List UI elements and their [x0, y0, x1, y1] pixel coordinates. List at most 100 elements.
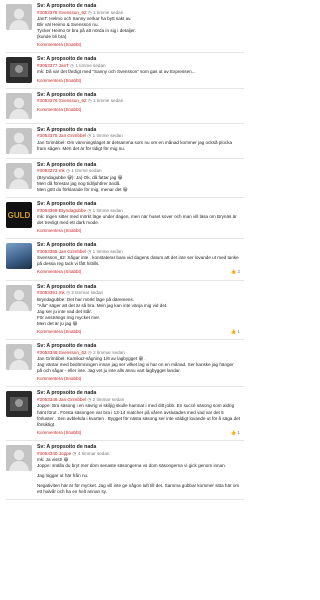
post-body: (Bryndagubbe 😀): Ja) Ok. då fattar jag 😀…	[37, 175, 240, 193]
post-line: Svensson_62: Sågar inte . konstaterar ba…	[37, 255, 239, 267]
post-line: Men gött du förklarade för mig, menar de…	[37, 186, 128, 192]
post-body: Jan Grimbbel: Kamikaz-sågning 1/6 av lag…	[37, 356, 240, 374]
avatar[interactable]	[6, 284, 32, 311]
avatar[interactable]: GULD	[6, 201, 32, 228]
reply-quick-link[interactable]: Kommentera (Snabbt)	[37, 376, 81, 382]
avatar[interactable]	[6, 243, 32, 270]
post-id-author[interactable]: #3053351 mk	[37, 290, 65, 295]
comment-post: Sv: A propsoito de nada #3053346 Jan Grim…	[0, 387, 250, 439]
avatar[interactable]	[6, 391, 32, 418]
post-line: (kunde bli bra)	[37, 34, 67, 40]
post-title[interactable]: Sv: A propsoito de nada	[37, 390, 240, 397]
avatar[interactable]	[6, 127, 32, 154]
post-time: 4 timmar sedan	[77, 450, 110, 456]
avatar[interactable]	[6, 4, 32, 30]
clock-icon: ◷	[87, 98, 92, 104]
post-id-author[interactable]: #3053346 Jan Grimbbel	[37, 397, 86, 402]
clock-icon: ◷	[87, 133, 92, 139]
avatar[interactable]	[6, 344, 32, 371]
post-id-author[interactable]: #3053377 JanT	[37, 63, 69, 68]
post-time: 2 timmar sedan	[71, 290, 104, 296]
comment-post: Sv: A propsoito de nada #3053355 Jan Grim…	[0, 239, 250, 279]
avatar[interactable]	[6, 57, 32, 84]
post-line: Joppe: Bra säsong i en sävrig vi skiljig…	[37, 403, 241, 427]
svg-text:GULD: GULD	[8, 211, 31, 220]
post-title[interactable]: Sv: A propsoito de nada	[37, 343, 240, 350]
avatar[interactable]	[6, 92, 32, 119]
post-time: 1 timme sedan	[92, 133, 123, 139]
post-line: mk: Då var det färdigt med "Sanny och Sv…	[37, 69, 196, 75]
post-body: mk: Ingen sitter med mörkt läge under da…	[37, 214, 240, 226]
post-line: Jan Grimbbel: Om värvningsläget är detsa…	[37, 139, 233, 151]
post-time: 1 timme sedan	[71, 168, 102, 174]
post-id-author[interactable]: #3053355 Jan Grimbbel	[37, 249, 86, 254]
post-body: Bryndagubbe: Det har mörkt läge på därem…	[37, 297, 240, 327]
post-body: mk: Ja visst! 😀 Joppe: snälla du bryt mer…	[37, 457, 240, 495]
post-time: 1 timme sedan	[92, 207, 123, 213]
post-title[interactable]: Sv: A propsoito de nada	[37, 162, 240, 169]
clock-icon: ◷	[72, 450, 77, 456]
post-body: Svensson_62: Sågar inte . konstaterar ba…	[37, 255, 240, 267]
post-title[interactable]: Sv: A propsoito de nada	[37, 284, 240, 291]
reply-quick-link[interactable]: Kommentera (Snabbt)	[37, 430, 81, 436]
post-meta: #3053376 Svensson_62 ◷ 1 timme sedan	[37, 98, 240, 104]
comment-post: Sv: A propsoito de nada #3053378 Svensson…	[0, 0, 250, 52]
avatar[interactable]	[6, 444, 32, 471]
post-title[interactable]: Sv: A propsoito de nada	[37, 127, 240, 134]
post-body: JanT: Helmo och Sanny verkar ha bytt sak…	[37, 16, 240, 40]
vote-count[interactable]: 👍 1	[231, 430, 240, 436]
post-title[interactable]: Sv: A propsoito de nada	[37, 242, 240, 249]
post-line: Jag väntar med bedömningen innan jag ser…	[37, 362, 234, 374]
post-title[interactable]: Sv: A propsoito de nada	[37, 444, 240, 451]
post-time: 2 timmar sedan	[92, 397, 125, 403]
comment-post: Sv: A propsoito de nada #3053340 Joppe ◷ …	[0, 441, 250, 499]
clock-icon: ◷	[70, 63, 75, 69]
post-id-author[interactable]: #3053369 Bryndagubbe	[37, 208, 86, 213]
post-time: 2 timmar sedan	[93, 349, 125, 355]
reply-quick-link[interactable]: Kommentera (Snabbt)	[37, 107, 81, 113]
comment-feed: Sv: A propsoito de nada #3053378 Svensson…	[0, 0, 250, 501]
reply-quick-link[interactable]: Kommentera (Snabbt)	[37, 329, 81, 335]
post-time: 1 timme sedan	[75, 63, 106, 69]
reply-quick-link[interactable]: Kommentera (Snabbt)	[37, 228, 81, 234]
comment-post: Sv: A propsoito de nada #3053373 mk ◷ 1 t…	[0, 159, 250, 197]
vote-count[interactable]: 👍 2	[231, 269, 240, 275]
post-line: Joppe: snälla du bryt mer dom senaste sä…	[37, 463, 226, 468]
vote-count[interactable]: 👍 1	[231, 329, 240, 335]
clock-icon: ◷	[87, 207, 92, 213]
post-time: 1 timme sedan	[92, 248, 123, 254]
avatar[interactable]	[6, 162, 32, 189]
clock-icon: ◷	[87, 349, 92, 355]
post-id-author[interactable]: #3053373 mk	[37, 168, 65, 173]
comment-post: Sv: A propsoito de nada #3053375 Jan Grim…	[0, 124, 250, 158]
post-title[interactable]: Sv: A propsoito de nada	[37, 201, 240, 208]
post-line: Men det är ju jag 😀	[37, 320, 78, 326]
post-id-author[interactable]: #3053375 Jan Grimbbel	[37, 133, 86, 138]
clock-icon: ◷	[66, 290, 71, 296]
post-title[interactable]: Sv: A propsoito de nada	[37, 3, 240, 10]
post-line: mk: Ingen sitter med mörkt läge under da…	[37, 213, 237, 226]
post-id-author[interactable]: #3053340 Joppe	[37, 451, 71, 456]
post-body: mk: Då var det färdigt med "Sanny och Sv…	[37, 69, 240, 75]
comment-post: Sv: A propsoito de nada #3053376 Svensson…	[0, 89, 250, 123]
clock-icon: ◷	[66, 168, 71, 174]
comment-post: GULD Sv: A propsoito de nada #3053369 Bryn…	[0, 198, 250, 238]
post-title[interactable]: Sv: A propsoito de nada	[37, 92, 240, 99]
post-id-author[interactable]: #3053376 Svensson_62	[37, 98, 87, 103]
post-id-author[interactable]: #3053349 Svensson_62	[37, 350, 87, 355]
reply-quick-link[interactable]: Kommentera (Snabbt)	[37, 78, 81, 84]
post-id-author[interactable]: #3053378 Svensson_62	[37, 10, 87, 15]
clock-icon: ◷	[87, 248, 92, 254]
clock-icon: ◷	[87, 9, 92, 15]
comment-post: Sv: A propsoito de nada #3053377 JanT ◷ 1…	[0, 53, 250, 87]
post-time: 1 timme sedan	[93, 98, 124, 104]
post-time: 1 timme sedan	[93, 9, 124, 15]
reply-quick-link[interactable]: Kommentera (Snabbt)	[37, 42, 81, 48]
clock-icon: ◷	[87, 397, 92, 403]
comment-post: Sv: A propsoito de nada #3053349 Svensson…	[0, 340, 250, 386]
reply-quick-link[interactable]: Kommentera (Snabbt)	[37, 269, 81, 275]
post-body: Joppe: Bra säsong i en sävrig vi skiljig…	[37, 403, 240, 427]
post-title[interactable]: Sv: A propsoito de nada	[37, 56, 240, 63]
post-line: Negativiten här är för mycket. Jag vill …	[37, 483, 240, 495]
post-body: Jan Grimbbel: Om värvningsläget är detsa…	[37, 140, 240, 152]
